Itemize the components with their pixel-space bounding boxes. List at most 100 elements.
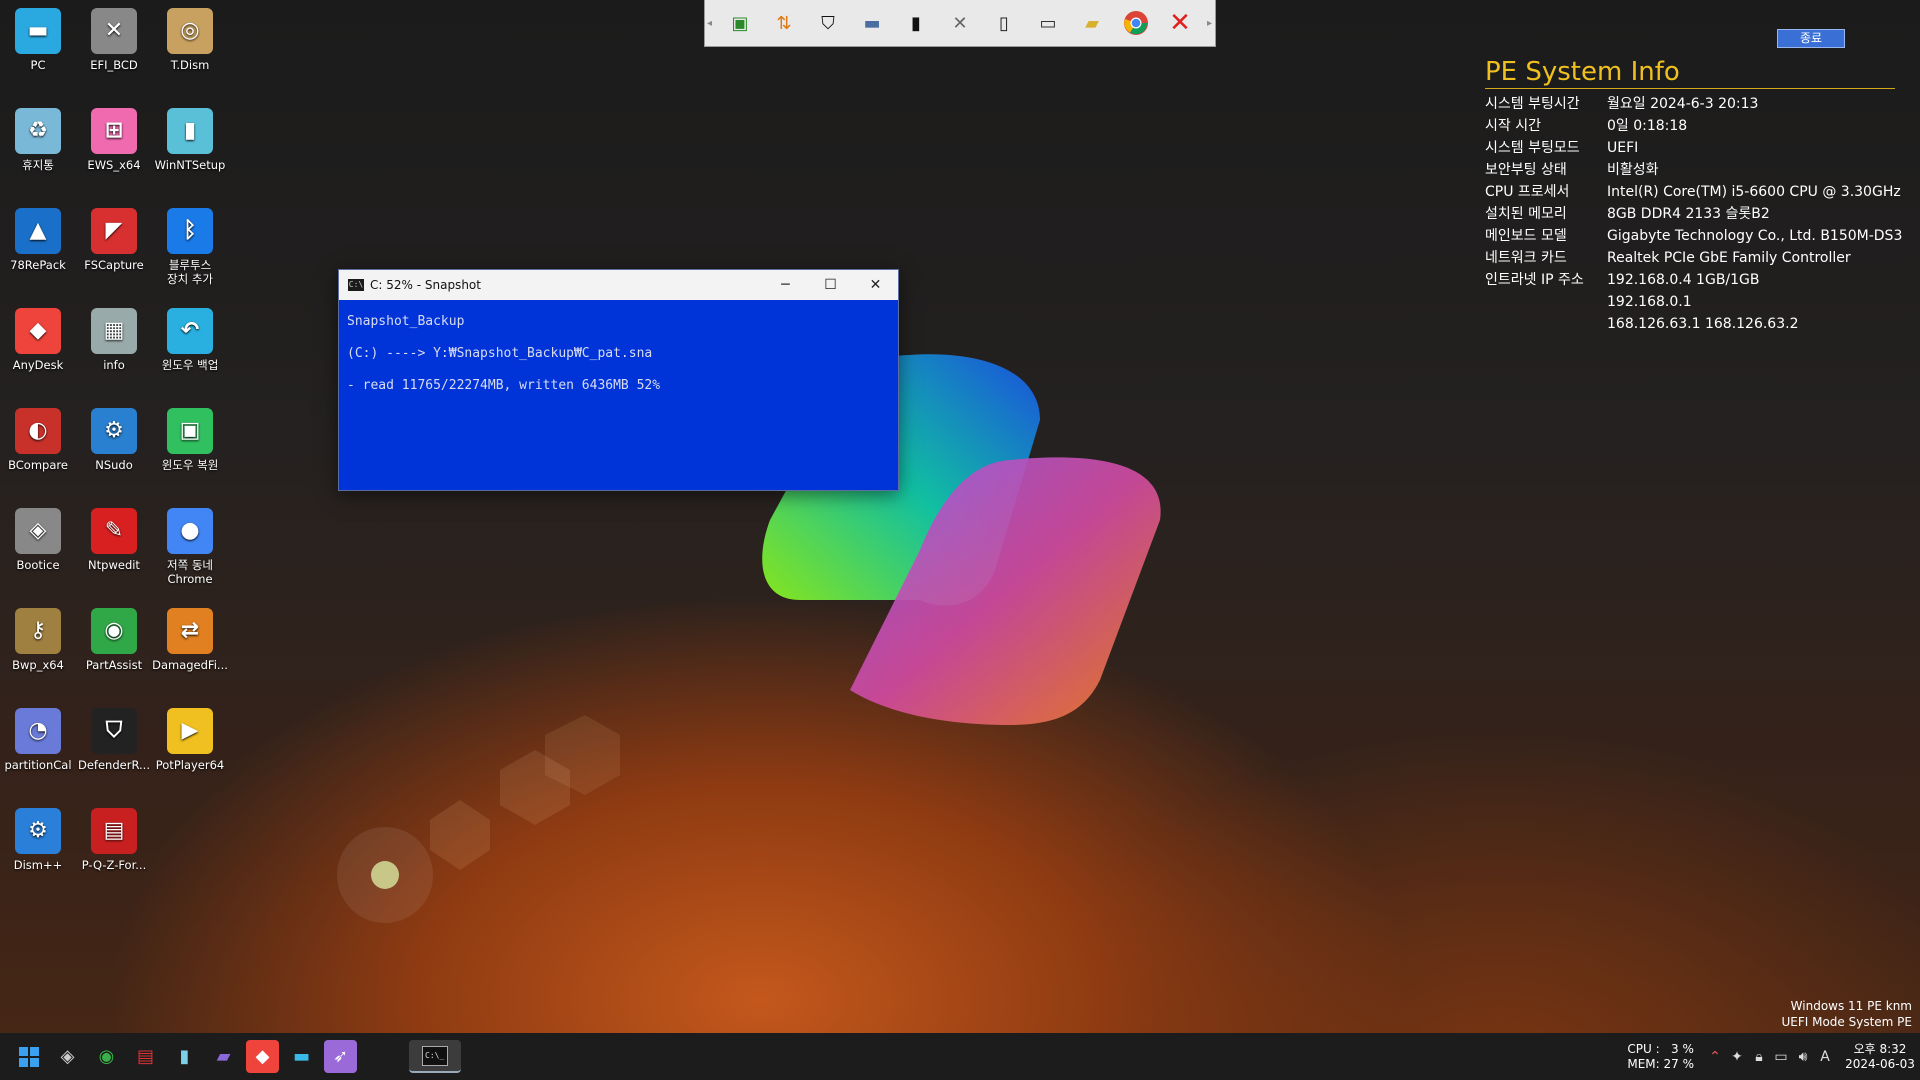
capture-icon: ◤ xyxy=(91,208,137,254)
minimize-button[interactable]: ─ xyxy=(763,270,808,300)
snapshot-console-window[interactable]: C:\ C: 52% - Snapshot ─ ☐ ✕ Snapshot_Bac… xyxy=(338,269,899,491)
cpu-usage: CPU : 3 % xyxy=(1627,1041,1694,1056)
drive-format-icon[interactable]: ▤ xyxy=(129,1040,162,1073)
desktop-icon[interactable]: ◆ AnyDesk xyxy=(0,308,76,372)
monitor-icon[interactable]: ▭ xyxy=(1031,6,1065,40)
console-line: - read 11765/22274MB, written 6436MB 52% xyxy=(347,378,661,393)
console-icon: C:\ xyxy=(348,279,364,291)
title-divider xyxy=(1485,88,1895,89)
shield-icon[interactable]: ⛉ xyxy=(811,6,845,40)
desktop-icon[interactable]: ◤ FSCapture xyxy=(76,208,152,272)
bootice-icon[interactable]: ◈ xyxy=(51,1040,84,1073)
desktop-icon-label: 78RePack xyxy=(10,258,66,272)
network-card-icon[interactable]: ▣ xyxy=(723,6,757,40)
info-value: 192.168.0.4 1GB/1GB xyxy=(1607,272,1760,288)
desktop-icon[interactable]: ▬ PC xyxy=(0,8,76,72)
info-value: Gigabyte Technology Co., Ltd. B150M-DS3 xyxy=(1607,228,1903,244)
cmd-icon[interactable]: C:\_ xyxy=(409,1040,461,1073)
start-icon[interactable] xyxy=(12,1040,45,1073)
clock[interactable]: 오후 8:32 2024-06-03 xyxy=(1840,1042,1920,1072)
desktop-icon[interactable]: ▶ PotPlayer64 xyxy=(152,708,228,772)
watermark-line: UEFI Mode System PE xyxy=(1781,1015,1912,1029)
tools-icon[interactable]: ✕ xyxy=(943,6,977,40)
recycle-bin-icon: ♻ xyxy=(15,108,61,154)
info-value: 8GB DDR4 2133 슬롯B2 xyxy=(1607,206,1770,222)
anydesk-icon[interactable]: ◆ xyxy=(246,1040,279,1073)
setup-icon[interactable]: ▮ xyxy=(168,1040,201,1073)
desktop-icon[interactable]: ◉ PartAssist xyxy=(76,608,152,672)
desktop-icon[interactable]: ▣ 윈도우 복원 xyxy=(152,408,228,472)
window-titlebar[interactable]: C:\ C: 52% - Snapshot ─ ☐ ✕ xyxy=(339,270,898,300)
info-row: 메인보드 모델 Gigabyte Technology Co., Ltd. B15… xyxy=(1485,225,1902,247)
volume-icon[interactable]: 🔊︎ xyxy=(1792,1049,1814,1065)
close-button[interactable]: ✕ xyxy=(853,270,898,300)
os-watermark: Windows 11 PE knm UEFI Mode System PE xyxy=(1781,998,1912,1030)
desktop-icon[interactable]: ▤ P-Q-Z-For... xyxy=(76,808,152,872)
toolbar-grip-right[interactable]: ▸ xyxy=(1207,8,1213,38)
desktop-icon[interactable]: ⛉ DefenderR... xyxy=(76,708,152,772)
close-icon[interactable]: ✕ xyxy=(1163,6,1197,40)
desktop-icon[interactable]: ● 저쪽 동네 Chrome xyxy=(152,508,228,586)
desktop-icon-label: WinNTSetup xyxy=(154,158,226,172)
maximize-button[interactable]: ☐ xyxy=(808,270,853,300)
media-icon[interactable]: ▰ xyxy=(207,1040,240,1073)
exit-button[interactable]: 종료 xyxy=(1777,29,1845,48)
desktop-icon[interactable]: ▦ info xyxy=(76,308,152,372)
desktop-icon-label: DefenderR... xyxy=(78,758,150,772)
chart-icon[interactable]: ⌃ xyxy=(1704,1049,1726,1065)
network-icon[interactable]: ✦ xyxy=(1726,1049,1748,1065)
desktop-icon-label: T.Dism xyxy=(170,58,210,72)
info-value: Intel(R) Core(TM) i5-6600 CPU @ 3.30GHz xyxy=(1607,184,1901,200)
info-row: 시작 시간 0일 0:18:18 xyxy=(1485,115,1895,137)
window-title: C: 52% - Snapshot xyxy=(370,278,481,292)
pie-icon: ◔ xyxy=(15,708,61,754)
desktop-icon[interactable]: ◔ partitionCal xyxy=(0,708,76,772)
info-value: 192.168.0.1 xyxy=(1607,294,1692,310)
toolbar-grip-left[interactable]: ◂ xyxy=(707,8,713,38)
desktop-icon-label: PotPlayer64 xyxy=(155,758,225,772)
info-key: 시스템 부팅모드 xyxy=(1485,140,1580,156)
partassist-icon: ◉ xyxy=(91,608,137,654)
desktop-icon-label: AnyDesk xyxy=(12,358,64,372)
info-row: 192.168.0.1 xyxy=(1485,291,1895,313)
watermark-line: Windows 11 PE knm xyxy=(1790,999,1912,1013)
lock-icon[interactable]: 🔒︎ xyxy=(1748,1049,1770,1065)
desktop-icon-label: EFI_BCD xyxy=(90,58,138,72)
sd-card-icon[interactable]: ▯ xyxy=(987,6,1021,40)
desktop-icon[interactable]: ▮ WinNTSetup xyxy=(152,108,228,172)
desktop-icon[interactable]: ◈ Bootice xyxy=(0,508,76,572)
desktop-icon-label: 저쪽 동네 Chrome xyxy=(167,558,213,586)
drive-icon[interactable]: ▬ xyxy=(855,6,889,40)
chrome-icon[interactable] xyxy=(1119,6,1153,40)
pc-icon: ▬ xyxy=(15,8,61,54)
info-key: 메인보드 모델 xyxy=(1485,228,1567,244)
folder-add-icon[interactable]: ▰ xyxy=(1075,6,1109,40)
desktop-icon[interactable]: ♻ 휴지통 xyxy=(0,108,76,172)
desktop-icon-label: Bwp_x64 xyxy=(12,658,64,672)
desktop-icon[interactable]: ◎ T.Dism xyxy=(152,8,228,72)
info-value: UEFI xyxy=(1607,140,1639,156)
desktop-icon[interactable]: ◐ BCompare xyxy=(0,408,76,472)
display-icon[interactable]: ▭ xyxy=(1770,1049,1792,1065)
windows-pink-icon: ⊞ xyxy=(91,108,137,154)
ime-icon[interactable]: A xyxy=(1814,1049,1836,1065)
cmd-icon[interactable]: ▮ xyxy=(899,6,933,40)
info-icon: ▦ xyxy=(91,308,137,354)
desktop-icon[interactable]: ▲ 78RePack xyxy=(0,208,76,272)
windows-backup-icon: ↶ xyxy=(167,308,213,354)
desktop-icon[interactable]: ✕ EFI_BCD xyxy=(76,8,152,72)
rocket-icon[interactable]: ➶ xyxy=(324,1040,357,1073)
desktop-icon[interactable]: ⚷ Bwp_x64 xyxy=(0,608,76,672)
desktop-icon[interactable]: ⊞ EWS_x64 xyxy=(76,108,152,172)
partassist-icon[interactable]: ◉ xyxy=(90,1040,123,1073)
desktop-icon[interactable]: ⚙ NSudo xyxy=(76,408,152,472)
transfer-icon[interactable]: ⇅ xyxy=(767,6,801,40)
bcompare-icon: ◐ xyxy=(15,408,61,454)
desktop-icon[interactable]: ᛒ 블루투스 장치 추가 xyxy=(152,208,228,286)
pc-icon[interactable]: ▬ xyxy=(285,1040,318,1073)
desktop-icon[interactable]: ↶ 윈도우 백업 xyxy=(152,308,228,372)
desktop-icon[interactable]: ⇄ DamagedFi... xyxy=(152,608,228,672)
desktop-icon[interactable]: ⚙ Dism++ xyxy=(0,808,76,872)
disc-box-icon: ◎ xyxy=(167,8,213,54)
desktop-icon[interactable]: ✎ Ntpwedit xyxy=(76,508,152,572)
